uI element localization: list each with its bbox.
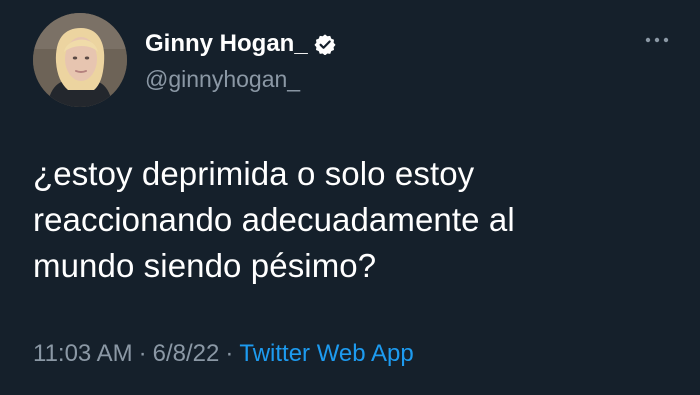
author-handle[interactable]: @ginnyhogan_ bbox=[145, 63, 565, 95]
tweet-text: ¿estoy deprimida o solo estoy reaccionan… bbox=[33, 155, 515, 284]
more-options-icon bbox=[645, 37, 669, 43]
author-display-name[interactable]: Ginny Hogan_ bbox=[145, 27, 308, 61]
tweet-date[interactable]: 6/8/22 bbox=[153, 340, 220, 367]
tweet-card: Ginny Hogan_ @ginnyhogan_ ¿estoy deprimi… bbox=[0, 0, 700, 395]
author-name-row: Ginny Hogan_ bbox=[145, 27, 565, 61]
tweet-time[interactable]: 11:03 AM bbox=[33, 340, 133, 367]
tweet-author: Ginny Hogan_ @ginnyhogan_ bbox=[145, 27, 565, 95]
tweet-source-link[interactable]: Twitter Web App bbox=[239, 340, 413, 367]
metadata-separator: · bbox=[225, 340, 234, 367]
avatar[interactable] bbox=[33, 13, 127, 107]
tweet-metadata: 11:03 AM · 6/8/22 · Twitter Web App bbox=[33, 337, 414, 371]
profile-photo bbox=[33, 13, 127, 107]
verified-badge-icon bbox=[314, 34, 336, 55]
more-options-button[interactable] bbox=[642, 31, 672, 49]
metadata-separator: · bbox=[138, 340, 147, 367]
